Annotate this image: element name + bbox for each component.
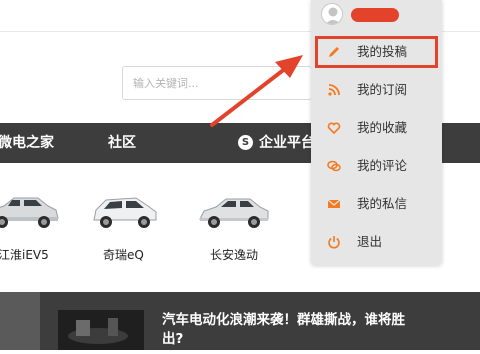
menu-item-label: 我的订阅 (357, 82, 408, 97)
car-icon (0, 197, 59, 228)
search-input[interactable] (123, 67, 311, 99)
car-image-changan[interactable] (196, 188, 276, 234)
enterprise-icon: S (238, 134, 253, 150)
nav-item-enterprise-label: 企业平台 (259, 135, 315, 151)
menu-item-label: 我的评论 (357, 158, 408, 173)
news-headline[interactable]: 汽车电动化浪潮来袭！群雄撕战，谁将胜出? (162, 311, 424, 349)
car-icon (93, 197, 157, 228)
car-image-chery[interactable] (90, 188, 170, 234)
user-avatar-icon (325, 7, 341, 24)
news-side-image[interactable] (0, 292, 40, 350)
news-thumbnail-image (58, 310, 144, 350)
car-label-chery[interactable]: 奇瑞eQ (103, 246, 144, 263)
avatar[interactable] (321, 3, 343, 25)
heart-icon (327, 122, 341, 135)
menu-item-logout[interactable]: 退出 (315, 226, 438, 258)
username-redacted (351, 8, 399, 22)
news-thumbnail[interactable] (58, 310, 144, 350)
search-box[interactable] (122, 66, 312, 100)
menu-item-label: 我的私信 (357, 196, 408, 211)
menu-item-my-comments[interactable]: 我的评论 (315, 150, 438, 182)
nav-item-home-label: 微电之家 (0, 135, 54, 151)
user-dropdown-menu: 我的投稿 我的订阅 我的收藏 我的评论 我的私信 退出 (311, 0, 442, 265)
nav-item-enterprise[interactable]: S 企业平台 (238, 123, 315, 163)
car-label-jac[interactable]: 江淮iEV5 (0, 246, 49, 263)
menu-item-my-favorites[interactable]: 我的收藏 (315, 112, 438, 144)
comment-icon (327, 160, 341, 172)
menu-item-my-messages[interactable]: 我的私信 (315, 188, 438, 220)
car-label-changan[interactable]: 长安逸动 (210, 246, 258, 263)
menu-item-label: 退出 (357, 234, 383, 249)
nav-item-community[interactable]: 社区 (108, 123, 136, 163)
car-image-jac[interactable] (0, 188, 62, 234)
mail-icon (327, 199, 341, 208)
menu-item-my-subscriptions[interactable]: 我的订阅 (315, 74, 438, 106)
user-header[interactable] (311, 0, 442, 32)
menu-item-my-posts[interactable]: 我的投稿 (315, 36, 438, 68)
nav-item-community-label: 社区 (108, 135, 136, 151)
pencil-icon (329, 47, 339, 57)
nav-item-home[interactable]: 微电之家 (0, 123, 54, 163)
menu-item-label: 我的投稿 (357, 44, 408, 59)
car-icon (199, 198, 269, 228)
rss-icon (328, 84, 340, 96)
menu-item-label: 我的收藏 (357, 120, 408, 135)
power-icon (328, 236, 340, 249)
